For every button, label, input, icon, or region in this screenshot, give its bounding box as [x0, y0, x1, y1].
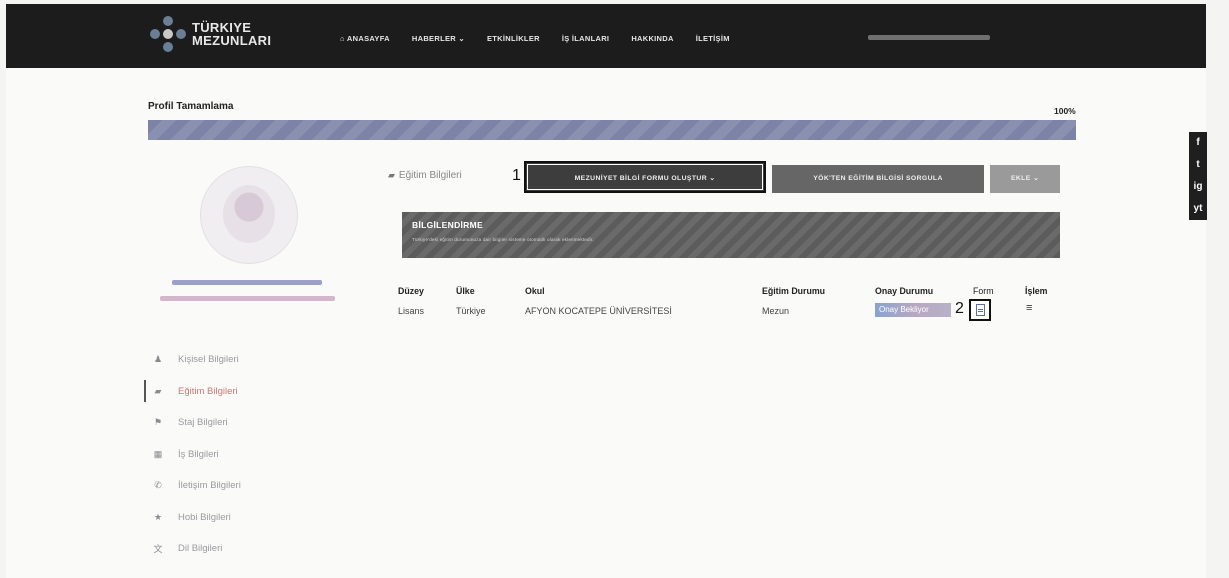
graduation-icon: ▰ [388, 170, 395, 180]
info-banner-title: BİLGİLENDİRME [412, 220, 483, 230]
sidebar-item-label: Staj Bilgileri [178, 417, 228, 429]
add-button[interactable]: EKLE ⌄ [990, 165, 1060, 193]
avatar[interactable] [200, 166, 298, 264]
instagram-icon[interactable]: ig [1189, 176, 1207, 198]
main-menu: ⌂ ANASAYFA HABERLER ⌄ ETKİNLİKLER İŞ İLA… [340, 34, 752, 43]
star-icon: ★ [153, 511, 163, 522]
twitter-icon[interactable]: t [1189, 154, 1207, 176]
section-title-text: Eğitim Bilgileri [398, 170, 462, 181]
sidebar-item-internship[interactable]: ⚑ Staj Bilgileri [150, 407, 241, 439]
profile-progress-bar [148, 120, 1076, 140]
logo-text: TÜRKIYE MEZUNLARI [192, 21, 271, 47]
site-logo[interactable]: TÜRKIYE MEZUNLARI [150, 16, 271, 52]
sidebar-item-personal[interactable]: ♟ Kişisel Bilgileri [150, 344, 241, 376]
col-header-country: Ülke [456, 286, 475, 296]
query-yok-button[interactable]: YÖK'TEN EĞİTİM BİLGİSİ SORGULA [772, 165, 984, 193]
logo-line-2: MEZUNLARI [192, 33, 272, 48]
document-icon [976, 304, 985, 316]
profile-progress-percent: 100% [1054, 106, 1076, 116]
sidebar-item-contact[interactable]: ✆ İletişim Bilgileri [150, 470, 241, 502]
nav-jobs[interactable]: İŞ İLANLARI [562, 34, 609, 43]
create-graduation-form-button[interactable]: MEZUNİYET BİLGİ FORMU OLUŞTUR ⌄ [524, 161, 766, 193]
avatar-image [223, 185, 275, 243]
user-icon: ♟ [153, 354, 163, 365]
cell-country: Türkiye [456, 306, 486, 316]
building-icon: ▦ [153, 448, 163, 459]
phone-icon: ✆ [154, 480, 162, 491]
approval-status-badge: Onay Bekliyor [875, 303, 951, 317]
facebook-icon[interactable]: f [1189, 132, 1207, 154]
col-header-level: Düzey [398, 286, 424, 296]
annotation-marker-1: 1 [512, 167, 521, 184]
profile-progress-fill [148, 120, 1076, 140]
language-icon: 文 [153, 544, 163, 555]
info-banner: BİLGİLENDİRME Türkiye'deki eğitim durumu… [402, 212, 1060, 258]
annotation-marker-2: 2 [955, 300, 964, 317]
sidebar-item-label: İş Bilgileri [178, 448, 219, 460]
social-bar: f t ig yt [1189, 132, 1207, 220]
sidebar-item-label: Dil Bilgileri [178, 543, 223, 555]
user-name-redacted [172, 280, 322, 285]
info-banner-text: Türkiye'deki eğitim durumunuza dair bilg… [412, 237, 594, 242]
sidebar-item-language[interactable]: 文 Dil Bilgileri [150, 533, 241, 565]
user-subtitle-redacted [160, 296, 335, 301]
nav-events[interactable]: ETKİNLİKLER [487, 34, 540, 43]
col-header-approval: Onay Durumu [875, 286, 934, 296]
sidebar-item-label: Hobi Bilgileri [178, 511, 231, 523]
nav-contact[interactable]: İLETİŞİM [696, 34, 730, 43]
col-header-action: İşlem [1025, 286, 1048, 296]
graduation-icon: ▰ [154, 385, 162, 396]
form-document-button[interactable] [969, 299, 991, 321]
youtube-icon[interactable]: yt [1189, 198, 1207, 220]
profile-progress-title: Profil Tamamlama [148, 101, 234, 112]
logo-mark-icon [150, 16, 186, 52]
nav-user-menu-redacted[interactable] [868, 35, 990, 40]
sidebar-item-hobby[interactable]: ★ Hobi Bilgileri [150, 502, 241, 534]
col-header-education-status: Eğitim Durumu [762, 286, 826, 296]
sidebar-item-label: Eğitim Bilgileri [178, 385, 238, 397]
sidebar-item-label: Kişisel Bilgileri [178, 354, 239, 366]
cell-education-status: Mezun [762, 306, 790, 316]
section-title: ▰ Eğitim Bilgileri [388, 170, 462, 181]
nav-news[interactable]: HABERLER ⌄ [412, 34, 465, 43]
profile-sidebar-menu: ♟ Kişisel Bilgileri ▰ Eğitim Bilgileri ⚑ St… [144, 344, 241, 565]
hamburger-menu-icon[interactable]: ≡ [1026, 302, 1032, 314]
sidebar-item-work[interactable]: ▦ İş Bilgileri [150, 439, 241, 471]
col-header-school: Okul [525, 286, 545, 296]
briefcase-icon: ⚑ [153, 417, 163, 428]
cell-level: Lisans [398, 306, 425, 316]
nav-home[interactable]: ⌂ ANASAYFA [340, 34, 390, 43]
cell-school: AFYON KOCATEPE ÜNİVERSİTESİ [525, 306, 672, 316]
sidebar-item-education[interactable]: ▰ Eğitim Bilgileri [144, 376, 241, 408]
nav-about[interactable]: HAKKINDA [631, 34, 673, 43]
sidebar-item-label: İletişim Bilgileri [178, 480, 241, 492]
col-header-form: Form [973, 286, 994, 296]
